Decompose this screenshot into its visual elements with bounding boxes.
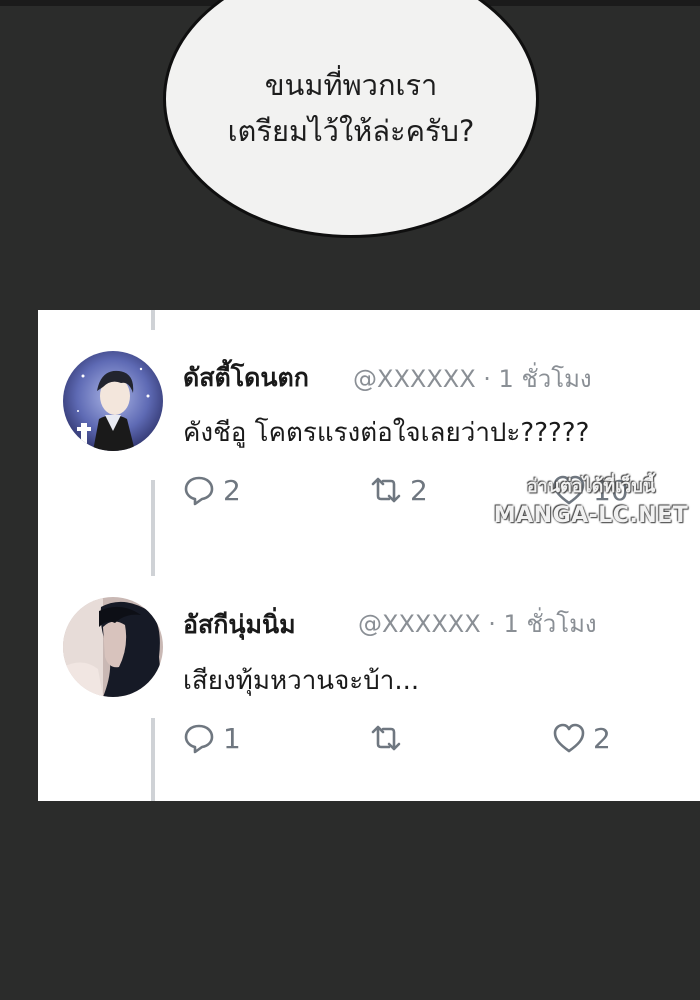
reply-button[interactable]: 1 [181, 720, 241, 756]
speech-line-1: ขนมที่พวกเรา [264, 68, 438, 102]
post-meta: @XXXXXX · 1 ชั่วโมง [353, 359, 592, 398]
like-button[interactable]: 2 [551, 720, 611, 756]
thread-line [151, 310, 155, 330]
tweet-thread-card: ดัสตี้โดนตก @XXXXXX · 1 ชั่วโมง คังชีอู … [38, 310, 700, 801]
user-handle[interactable]: @XXXXXX [353, 365, 476, 393]
speech-bubble-text: ขนมที่พวกเรา เตรียมไว้ให้ล่ะครับ? [163, 62, 539, 154]
reply-icon [184, 724, 214, 754]
avatar[interactable] [63, 351, 163, 451]
thread-line [151, 718, 155, 801]
avatar[interactable] [63, 597, 163, 697]
post-meta: @XXXXXX · 1 ชั่วโมง [358, 604, 597, 643]
like-count: 2 [593, 721, 611, 755]
reply-icon [184, 476, 214, 506]
retweet-button[interactable] [368, 720, 410, 756]
thread-line [151, 480, 155, 576]
post-text: เสียงทุ้มหวานจะบ้า... [183, 666, 420, 696]
user-handle[interactable]: @XXXXXX [358, 610, 481, 638]
heart-icon [553, 723, 585, 753]
post-text: คังชีอู โคตรแรงต่อใจเลยว่าปะ????? [183, 418, 590, 448]
retweet-button[interactable]: 2 [368, 472, 428, 508]
post-time: · 1 ชั่วโมง [483, 365, 592, 393]
retweet-icon [371, 725, 401, 751]
watermark-line-1: อ่านต่อได้ที่เว็บนี้ [526, 476, 656, 497]
reply-count: 1 [223, 721, 241, 755]
watermark-line-2: MANGA-LC.NET [493, 503, 689, 528]
retweet-count: 2 [410, 473, 428, 507]
reply-count: 2 [223, 473, 241, 507]
retweet-icon [371, 477, 401, 503]
watermark: อ่านต่อได้ที่เว็บนี้ MANGA-LC.NET [486, 472, 696, 530]
post-time: · 1 ชั่วโมง [488, 610, 597, 638]
display-name[interactable]: อัสกีนุ่มนิ่ม [183, 605, 296, 645]
reply-button[interactable]: 2 [181, 472, 241, 508]
display-name[interactable]: ดัสตี้โดนตก [183, 358, 309, 398]
speech-line-2: เตรียมไว้ให้ล่ะครับ? [227, 114, 475, 148]
